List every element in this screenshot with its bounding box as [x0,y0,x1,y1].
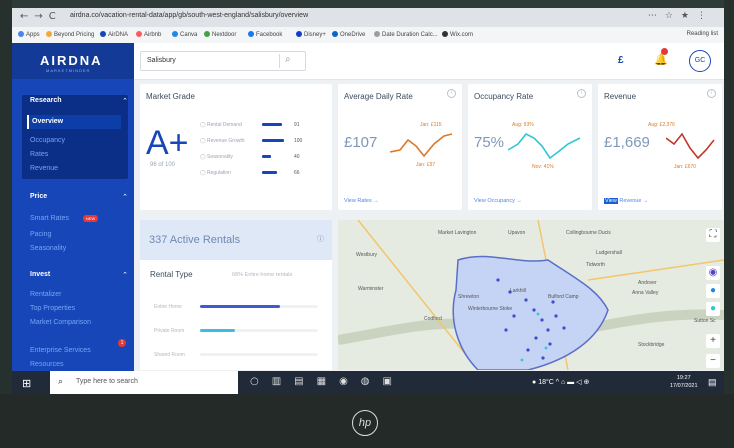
occupancy-sparkline [508,132,581,160]
sidebar-item-resources[interactable]: Resources [30,361,63,368]
sidebar-item-rentalizer[interactable]: Rentalizer [30,291,62,298]
bookmark-airbnb[interactable]: Airbnb [136,31,161,38]
bookmark-facebook[interactable]: Facebook [248,31,282,38]
view-rates-link[interactable]: View Rates → [344,198,379,204]
search-icon: ⌕ [58,376,64,386]
sidebar-item-enterprise-services[interactable]: Enterprise Services [30,347,91,354]
bookmark-beyond-pricing[interactable]: Beyond Pricing [46,31,94,38]
hp-logo: hp [352,410,378,436]
top-bar: Salisbury ⌕ £ 🔔 GC [134,43,724,80]
market-search-input[interactable]: Salisbury ⌕ [140,51,306,71]
airdna-logo[interactable]: AIRDNA MARKETMINDER [12,43,134,79]
laptop-chassis: hp [0,394,734,448]
currency-selector[interactable]: £ [618,55,624,66]
layers-icon[interactable]: ◉ [706,266,720,280]
system-clock[interactable]: 19:27 17/07/2021 [670,374,698,390]
entire-home-bar [200,305,318,308]
sidebar-item-seasonality[interactable]: Seasonality [30,245,66,252]
info-icon[interactable]: i [577,89,586,98]
sidebar-item-market-comparison[interactable]: Market Comparison [30,319,91,326]
screen: ←→C airdna.co/vacation-rental-data/app/g… [12,8,724,394]
address-bar[interactable]: airdna.co/vacation-rental-data/app/gb/so… [70,12,308,19]
new-badge: NEW [82,215,99,222]
chevron-up-icon: ⌃ [122,98,128,105]
sidebar-item-revenue[interactable]: Revenue [30,165,58,172]
sidebar: AIRDNA MARKETMINDER Research ⌃ Overview … [12,43,134,371]
info-icon[interactable]: i [447,89,456,98]
taskbar-app-icons[interactable]: ○▥▤▦◉◍▣ [250,376,405,387]
factor-revenue-growth: ◯ Revenue Growth 100 [200,138,303,144]
occupancy-value: 75% [474,134,505,151]
avatar[interactable]: GC [689,50,711,72]
monitor-bezel-right [724,0,734,448]
market-grade-value: A+ [146,124,189,162]
bookmarks-bar: Apps Beyond Pricing AirDNA Airbnb Canva … [12,27,724,44]
bookmark-apps[interactable]: Apps [18,31,40,38]
view-revenue-link[interactable]: View Revenue → [604,198,648,204]
occupancy-card: Occupancy Rate i 75% Aug: 93% Nov: 41% V… [468,84,592,210]
factor-rental-demand: ◯ Rental Demand 91 [200,122,300,128]
revenue-sparkline [666,132,715,160]
browser-toolbar: ←→C airdna.co/vacation-rental-data/app/g… [12,8,724,27]
zoom-in-button[interactable]: + [706,334,720,348]
info-icon[interactable]: ⓘ [317,234,324,244]
bookmark-canva[interactable]: Canva [172,31,197,38]
taskbar-search-input[interactable]: ⌕ Type here to search [50,371,238,394]
market-grade-score: 96 of 100 [150,162,176,168]
fullscreen-icon[interactable]: ⛶ [706,228,720,242]
revenue-value: £1,669 [604,134,650,151]
map-canvas[interactable] [338,220,724,370]
chevron-up-icon: ⌃ [122,194,128,201]
bookmark-date-duration[interactable]: Date Duration Calc... [374,31,438,38]
search-icon[interactable]: ⌕ [285,54,291,65]
active-rentals-card: 337 Active Rentals ⓘ Rental Type 68% Ent… [140,220,332,370]
reading-list[interactable]: Reading list [687,31,718,37]
monitor-bezel [0,0,734,8]
monitor-bezel-left [0,0,12,448]
revenue-card: Revenue i £1,669 Aug: £2,376 Jan: £670 V… [598,84,722,210]
factor-regulation: ◯ Regulation 66 [200,170,300,176]
sidebar-item-rates[interactable]: Rates [30,151,48,158]
adr-card: Average Daily Rate i £107 Jan: £115 Jan:… [338,84,462,210]
bell-icon[interactable]: 🔔 [654,53,668,66]
bookmark-nextdoor[interactable]: Nextdoor [204,31,236,38]
marker-icon[interactable]: ● [706,302,720,316]
bookmark-onedrive[interactable]: OneDrive [332,31,365,38]
sidebar-item-top-properties[interactable]: Top Properties [30,305,75,312]
sidebar-item-smart-rates[interactable]: Smart Rates NEW [30,215,99,222]
browser-actions-icons[interactable]: ⋯☆★⋮ [648,11,714,21]
market-grade-card: Market Grade A+ 96 of 100 ◯ Rental Deman… [140,84,332,210]
filter-icon[interactable]: ● [706,284,720,298]
sidebar-item-pacing[interactable]: Pacing [30,231,51,238]
enterprise-badge: 1 [118,339,126,347]
bookmark-disney[interactable]: Disney+ [296,31,326,38]
bookmark-wix[interactable]: Wix.com [442,31,473,38]
chevron-up-icon: ⌃ [122,272,128,279]
adr-sparkline [390,133,453,158]
windows-start-icon[interactable]: ⊞ [22,377,31,390]
notification-badge [661,48,668,55]
info-icon[interactable]: i [707,89,716,98]
private-room-bar [200,329,318,332]
factor-seasonality: ◯ Seasonality 40 [200,154,300,160]
weather-widget[interactable]: ● 18°C ^ ⌂ ▬ ◁ ⊕ [532,378,589,386]
bookmark-airdna[interactable]: AirDNA [100,31,128,38]
browser-nav-icons[interactable]: ←→C [20,11,62,22]
active-rentals-header: 337 Active Rentals ⓘ [140,220,332,260]
view-occupancy-link[interactable]: View Occupancy → [474,198,522,204]
sidebar-item-occupancy[interactable]: Occupancy [30,137,65,144]
shared-room-bar [200,353,318,356]
zoom-out-button[interactable]: − [706,354,720,368]
rentals-map[interactable]: Market Lavington Upavon Collingbourne Du… [338,220,724,370]
sidebar-item-overview[interactable]: Overview [27,115,121,129]
adr-value: £107 [344,134,378,151]
notification-center-icon[interactable]: ▤ [708,377,717,388]
windows-taskbar: ⊞ ⌕ Type here to search ○▥▤▦◉◍▣ ● 18°C ^… [12,371,724,394]
